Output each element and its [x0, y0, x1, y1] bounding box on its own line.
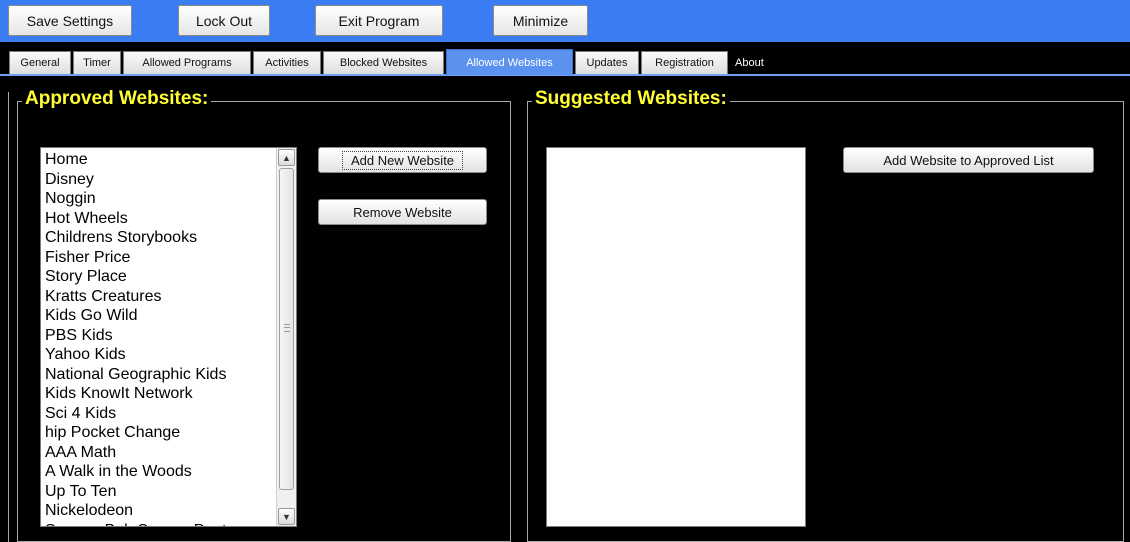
- list-item[interactable]: Noggin: [45, 189, 277, 209]
- list-item[interactable]: Home: [45, 150, 277, 170]
- tab-allowed-programs[interactable]: Allowed Programs: [123, 51, 251, 74]
- approved-websites-list[interactable]: Home Disney Noggin Hot Wheels Childrens Stor…: [40, 147, 297, 527]
- minimize-button[interactable]: Minimize: [493, 5, 588, 36]
- list-item[interactable]: Kids KnowIt Network: [45, 384, 277, 404]
- list-item[interactable]: Kids Go Wild: [45, 306, 277, 326]
- list-scrollbar[interactable]: ▲ ▼: [276, 148, 296, 526]
- window-left-border: [8, 92, 9, 542]
- list-item[interactable]: Fisher Price: [45, 248, 277, 268]
- list-item[interactable]: Disney: [45, 170, 277, 190]
- tab-strip: General Timer Allowed Programs Activitie…: [0, 42, 1130, 76]
- list-item[interactable]: AAA Math: [45, 443, 277, 463]
- approved-items-container: Home Disney Noggin Hot Wheels Childrens Stor…: [45, 150, 277, 527]
- add-to-approved-button[interactable]: Add Website to Approved List: [843, 147, 1094, 173]
- toolbar: Save Settings Lock Out Exit Program Mini…: [0, 0, 1130, 42]
- lock-out-button[interactable]: Lock Out: [178, 5, 270, 36]
- list-item[interactable]: Nickelodeon: [45, 501, 277, 521]
- list-item[interactable]: Up To Ten: [45, 482, 277, 502]
- approved-websites-title: Approved Websites:: [22, 86, 212, 112]
- tab-allowed-websites[interactable]: Allowed Websites: [446, 49, 573, 75]
- list-item[interactable]: Hot Wheels: [45, 209, 277, 229]
- save-settings-button[interactable]: Save Settings: [8, 5, 132, 36]
- list-item[interactable]: Sci 4 Kids: [45, 404, 277, 424]
- add-new-website-label: Add New Website: [341, 150, 464, 170]
- list-item[interactable]: hip Pocket Change: [45, 423, 277, 443]
- exit-program-button[interactable]: Exit Program: [315, 5, 443, 36]
- list-item[interactable]: Sponge Bob Square Pants: [45, 521, 277, 527]
- tab-blocked-websites[interactable]: Blocked Websites: [323, 51, 444, 74]
- suggested-websites-list[interactable]: [546, 147, 806, 527]
- remove-website-button[interactable]: Remove Website: [318, 199, 487, 225]
- tab-registration[interactable]: Registration: [641, 51, 728, 74]
- tab-about[interactable]: About: [730, 51, 778, 74]
- list-item[interactable]: PBS Kids: [45, 326, 277, 346]
- tab-updates[interactable]: Updates: [575, 51, 639, 74]
- grip-icon: [284, 324, 290, 332]
- tab-activities[interactable]: Activities: [253, 51, 321, 74]
- list-item[interactable]: Childrens Storybooks: [45, 228, 277, 248]
- scroll-thumb[interactable]: [279, 168, 294, 490]
- list-item[interactable]: Story Place: [45, 267, 277, 287]
- list-item[interactable]: Kratts Creatures: [45, 287, 277, 307]
- scroll-down-icon[interactable]: ▼: [278, 508, 295, 525]
- list-item[interactable]: Yahoo Kids: [45, 345, 277, 365]
- list-item[interactable]: National Geographic Kids: [45, 365, 277, 385]
- tab-timer[interactable]: Timer: [73, 51, 121, 74]
- tab-general[interactable]: General: [9, 51, 71, 74]
- add-new-website-button[interactable]: Add New Website: [318, 147, 487, 173]
- scroll-up-icon[interactable]: ▲: [278, 149, 295, 166]
- suggested-websites-title: Suggested Websites:: [532, 86, 730, 112]
- list-item[interactable]: A Walk in the Woods: [45, 462, 277, 482]
